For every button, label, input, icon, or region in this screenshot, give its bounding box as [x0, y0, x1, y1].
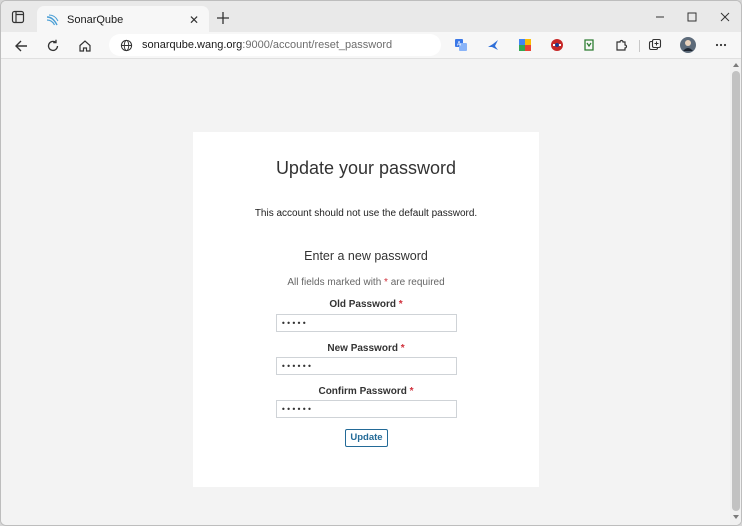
scroll-down-icon[interactable] [733, 515, 739, 519]
required-star: * [400, 343, 405, 354]
browser-toolbar: sonarqube.wang.org:9000/account/reset_pa… [1, 32, 741, 59]
url-text: sonarqube.wang.org:9000/account/reset_pa… [142, 39, 392, 51]
tab-sonarqube[interactable]: SonarQube ✕ [37, 6, 209, 33]
translate-icon[interactable]: A [453, 37, 469, 53]
update-button[interactable]: Update [345, 429, 388, 447]
more-menu-icon[interactable] [713, 37, 729, 53]
old-password-label-text: Old Password [329, 299, 396, 310]
close-tab-icon[interactable]: ✕ [185, 11, 203, 29]
new-tab-button[interactable] [213, 8, 233, 28]
url-path: :9000/account/reset_password [242, 39, 393, 51]
tab-title: SonarQube [67, 13, 124, 26]
page-title: Update your password [275, 158, 457, 178]
confirm-password-field[interactable] [276, 400, 457, 418]
puzzle-color-icon[interactable] [517, 37, 533, 53]
required-star: * [384, 277, 388, 288]
required-prefix: All fields marked with [287, 277, 382, 288]
minimize-icon[interactable] [650, 7, 670, 27]
required-suffix: are required [390, 277, 445, 288]
scrollbar-thumb[interactable] [732, 71, 740, 511]
new-password-label-text: New Password [327, 343, 398, 354]
url-host: sonarqube.wang.org [142, 39, 243, 51]
confirm-password-label: Confirm Password * [193, 386, 539, 397]
reset-password-card: Update your password This account should… [193, 132, 539, 487]
scroll-up-icon[interactable] [733, 63, 739, 67]
required-star: * [398, 299, 403, 310]
maximize-icon[interactable] [682, 7, 702, 27]
tab-actions-icon[interactable] [9, 8, 27, 26]
save-extension-icon[interactable] [581, 37, 597, 53]
extensions-icon[interactable] [613, 37, 629, 53]
sonarqube-favicon-icon [45, 13, 59, 27]
form-subtitle: Enter a new password [304, 249, 428, 263]
new-password-label: New Password * [193, 343, 539, 354]
default-password-notice: This account should not use the default … [254, 208, 478, 219]
required-star: * [409, 386, 414, 397]
back-arrow-icon[interactable] [10, 35, 32, 57]
refresh-icon[interactable] [42, 35, 64, 57]
close-window-icon[interactable] [715, 7, 735, 27]
shield-extension-icon[interactable] [549, 37, 565, 53]
old-password-field[interactable] [276, 314, 457, 332]
collections-icon[interactable] [647, 37, 663, 53]
profile-avatar[interactable] [680, 37, 696, 53]
toolbar-separator [639, 40, 640, 52]
old-password-label: Old Password * [193, 299, 539, 310]
confirm-password-label-text: Confirm Password [318, 386, 407, 397]
home-icon[interactable] [74, 35, 96, 57]
address-bar[interactable]: sonarqube.wang.org:9000/account/reset_pa… [109, 34, 441, 56]
required-fields-note: All fields marked with * are required [193, 277, 539, 288]
vertical-scrollbar[interactable] [730, 59, 741, 525]
tab-strip: SonarQube ✕ [1, 1, 741, 33]
new-password-field[interactable] [276, 357, 457, 375]
browser-window: SonarQube ✕ sonarqube.wang.org:9000/acco… [0, 0, 742, 526]
globe-icon[interactable] [119, 38, 133, 52]
bird-extension-icon[interactable] [485, 37, 501, 53]
